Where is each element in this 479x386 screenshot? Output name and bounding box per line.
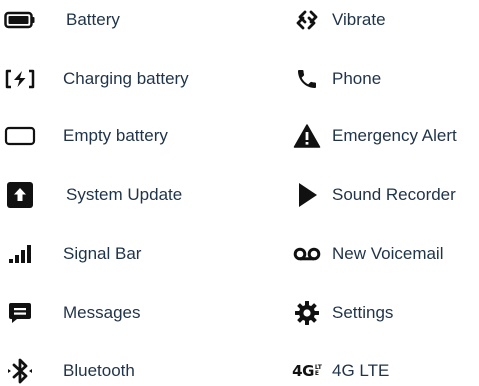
- legend-label: Vibrate: [332, 10, 386, 29]
- lte-sup-bottom: E: [314, 370, 320, 377]
- gear-icon: [287, 298, 327, 328]
- icon-legend: Battery Charging battery Empty battery S…: [0, 0, 479, 384]
- battery-empty-icon: [0, 121, 40, 151]
- legend-label: Phone: [332, 69, 382, 88]
- vibrate-icon: [287, 5, 327, 35]
- 4g-glyph: 4G: [292, 362, 314, 380]
- battery-charging-icon: [0, 64, 40, 94]
- lte-superscript: LT E: [315, 365, 322, 377]
- legend-label: Messages: [63, 303, 141, 322]
- emergency-alert-icon: [287, 121, 327, 151]
- legend-label: New Voicemail: [332, 244, 444, 263]
- legend-label: Charging battery: [63, 69, 189, 88]
- system-update-icon: [0, 180, 40, 210]
- legend-label: System Update: [66, 185, 183, 204]
- phone-icon: [287, 64, 327, 94]
- signal-bar-icon: [0, 239, 40, 269]
- legend-label: Bluetooth: [63, 361, 135, 380]
- message-icon: [0, 298, 40, 328]
- legend-label: Battery: [66, 10, 120, 29]
- legend-label: 4G LTE: [332, 361, 390, 380]
- legend-label: Emergency Alert: [332, 126, 457, 145]
- battery-full-icon: [0, 5, 40, 35]
- legend-label: Empty battery: [63, 126, 168, 145]
- legend-label: Sound Recorder: [332, 185, 456, 204]
- legend-label: Settings: [332, 303, 394, 322]
- legend-label: Signal Bar: [63, 244, 142, 263]
- voicemail-icon: [287, 239, 327, 269]
- play-triangle-icon: [287, 180, 327, 210]
